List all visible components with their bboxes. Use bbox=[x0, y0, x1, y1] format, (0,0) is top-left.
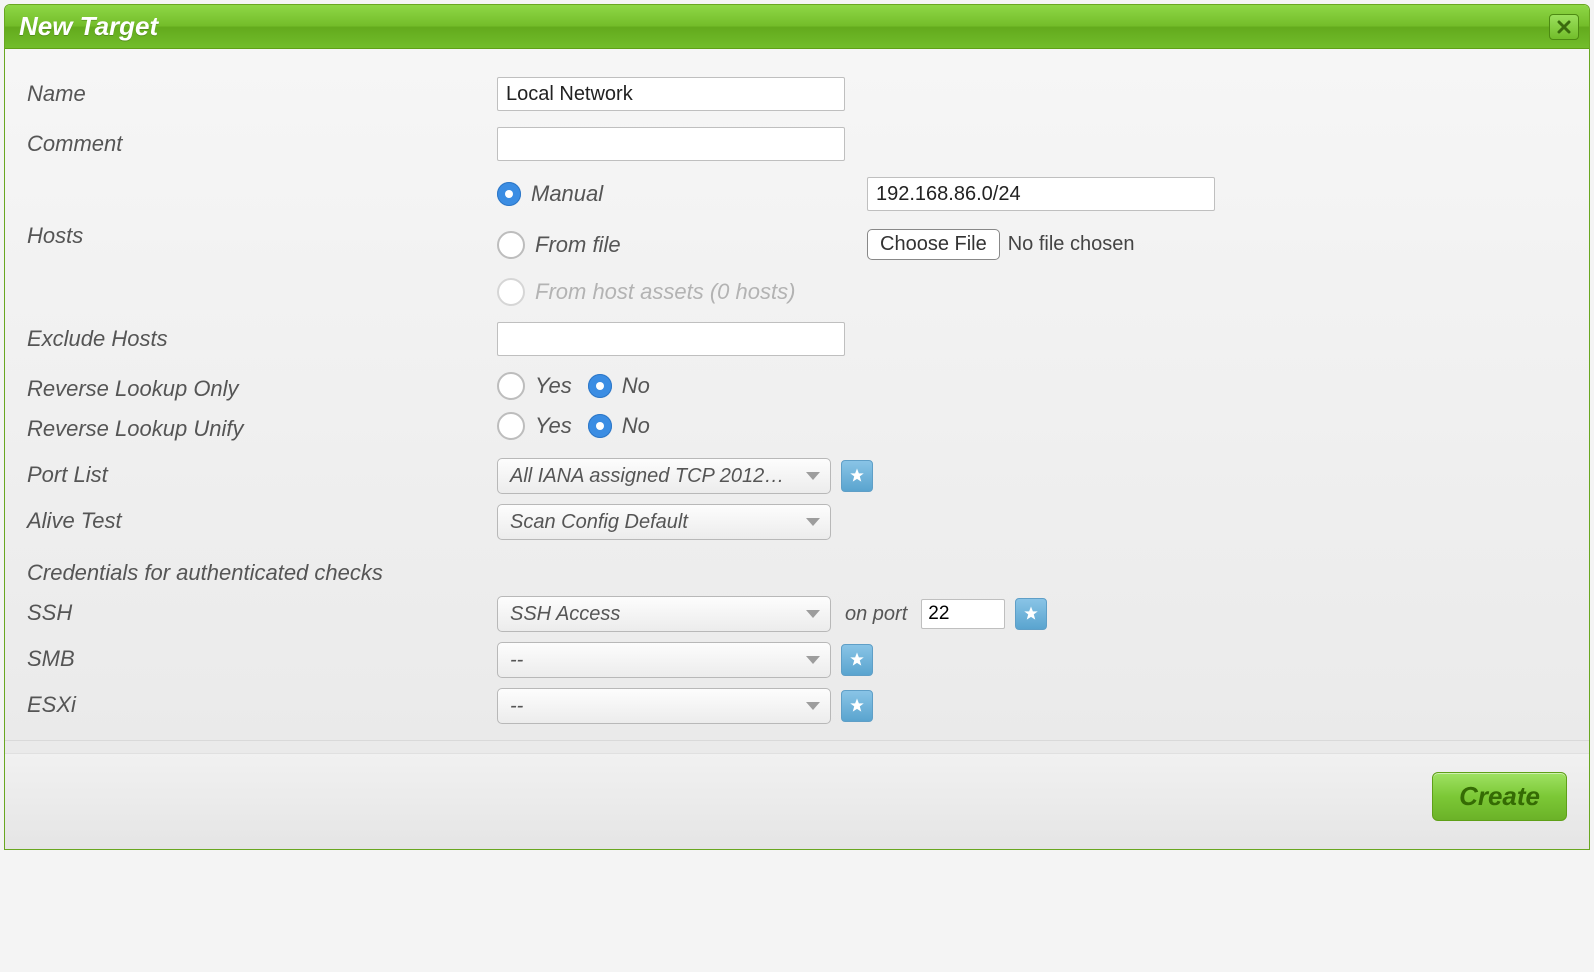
hosts-assets-radio bbox=[497, 278, 525, 306]
label-port-list: Port List bbox=[27, 458, 497, 488]
file-chosen-status: No file chosen bbox=[1008, 233, 1135, 256]
label-hosts: Hosts bbox=[27, 177, 497, 249]
hosts-manual-input[interactable] bbox=[867, 177, 1215, 211]
smb-credential-value: -- bbox=[510, 649, 523, 672]
label-exclude-hosts: Exclude Hosts bbox=[27, 322, 497, 352]
comment-input[interactable] bbox=[497, 127, 845, 161]
rlu-no-radio[interactable] bbox=[588, 414, 612, 438]
chevron-down-icon bbox=[806, 610, 820, 618]
chevron-down-icon bbox=[806, 518, 820, 526]
rlu-yes-label: Yes bbox=[535, 413, 572, 439]
rlu-no-label: No bbox=[622, 413, 650, 439]
dialog-footer: Create bbox=[5, 753, 1589, 849]
titlebar: New Target bbox=[5, 5, 1589, 49]
rlo-no-label: No bbox=[622, 373, 650, 399]
close-icon bbox=[1557, 20, 1571, 34]
close-button[interactable] bbox=[1549, 14, 1579, 40]
choose-file-button[interactable]: Choose File bbox=[867, 229, 1000, 260]
chevron-down-icon bbox=[806, 656, 820, 664]
chevron-down-icon bbox=[806, 472, 820, 480]
credentials-header: Credentials for authenticated checks bbox=[27, 556, 1567, 588]
label-ssh: SSH bbox=[27, 596, 497, 626]
chevron-down-icon bbox=[806, 702, 820, 710]
star-icon bbox=[848, 697, 866, 715]
dialog-body: Name Comment Hosts Manual bbox=[5, 49, 1589, 753]
ssh-credential-select[interactable]: SSH Access bbox=[497, 596, 831, 632]
label-reverse-lookup-only: Reverse Lookup Only bbox=[27, 372, 497, 402]
ssh-credential-new-button[interactable] bbox=[1015, 598, 1047, 630]
label-reverse-lookup-unify: Reverse Lookup Unify bbox=[27, 412, 497, 442]
label-name: Name bbox=[27, 77, 497, 107]
label-smb: SMB bbox=[27, 642, 497, 672]
star-icon bbox=[1022, 605, 1040, 623]
smb-credential-new-button[interactable] bbox=[841, 644, 873, 676]
esxi-credential-new-button[interactable] bbox=[841, 690, 873, 722]
name-input[interactable] bbox=[497, 77, 845, 111]
rlu-yes-radio[interactable] bbox=[497, 412, 525, 440]
hosts-fromfile-radio[interactable] bbox=[497, 231, 525, 259]
hosts-manual-radio[interactable] bbox=[497, 182, 521, 206]
rlo-yes-radio[interactable] bbox=[497, 372, 525, 400]
star-icon bbox=[848, 467, 866, 485]
label-alive-test: Alive Test bbox=[27, 504, 497, 534]
port-list-select[interactable]: All IANA assigned TCP 2012… bbox=[497, 458, 831, 494]
smb-credential-select[interactable]: -- bbox=[497, 642, 831, 678]
new-target-dialog: New Target Name Comment Hosts bbox=[4, 4, 1590, 850]
label-comment: Comment bbox=[27, 127, 497, 157]
hosts-fromfile-label: From file bbox=[535, 232, 621, 258]
hosts-assets-label: From host assets (0 hosts) bbox=[535, 279, 795, 305]
alive-test-select[interactable]: Scan Config Default bbox=[497, 504, 831, 540]
dialog-title: New Target bbox=[19, 11, 158, 42]
create-button[interactable]: Create bbox=[1432, 772, 1567, 821]
ssh-port-input[interactable] bbox=[921, 599, 1005, 629]
on-port-label: on port bbox=[841, 603, 911, 626]
port-list-new-button[interactable] bbox=[841, 460, 873, 492]
label-esxi: ESXi bbox=[27, 688, 497, 718]
rlo-no-radio[interactable] bbox=[588, 374, 612, 398]
exclude-hosts-input[interactable] bbox=[497, 322, 845, 356]
divider bbox=[5, 740, 1589, 741]
rlo-yes-label: Yes bbox=[535, 373, 572, 399]
hosts-manual-label: Manual bbox=[531, 181, 603, 207]
esxi-credential-select[interactable]: -- bbox=[497, 688, 831, 724]
port-list-value: All IANA assigned TCP 2012… bbox=[510, 465, 784, 488]
ssh-credential-value: SSH Access bbox=[510, 603, 620, 626]
star-icon bbox=[848, 651, 866, 669]
esxi-credential-value: -- bbox=[510, 695, 523, 718]
alive-test-value: Scan Config Default bbox=[510, 511, 688, 534]
